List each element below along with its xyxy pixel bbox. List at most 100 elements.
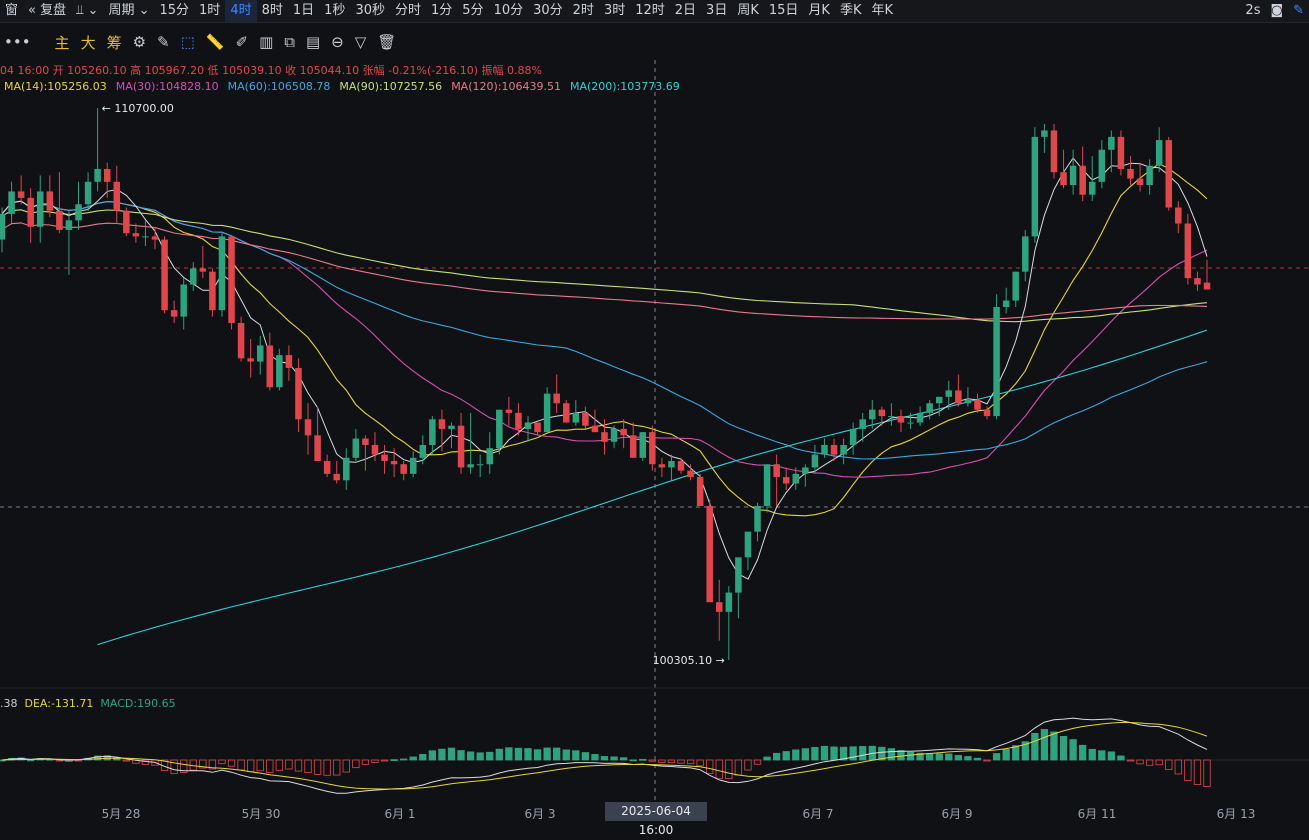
x-tick-label: 6月 11 [1077,807,1117,821]
candle-body [916,412,924,423]
candle-body [103,168,111,182]
macd-bar [591,754,599,761]
candle-body [285,355,293,368]
macd-bar [1098,750,1106,761]
candle-body [448,425,455,429]
candle-body [371,444,379,455]
macd-bar [447,747,456,761]
candle-body [639,432,647,458]
candle-body [830,444,838,455]
x-tick-label: 6月 9 [941,807,973,821]
candle-body [687,470,694,478]
macd-bar [505,747,513,761]
macd-bar [352,759,360,769]
candle-body [46,191,54,211]
candle-body [151,236,159,240]
candle-body [161,239,168,311]
macd-bar [763,756,771,761]
candle-body [974,400,981,410]
candle-body [333,473,340,481]
macd-bar [1088,748,1096,761]
macd-bar [1012,745,1020,761]
crosshair-time-label: 2025-06-04 16:00 [605,802,707,837]
candle-body [658,464,666,468]
macd-bar [859,746,867,761]
macd-bar [342,759,350,773]
candle-body [897,416,905,423]
macd-bar [897,750,905,761]
candle-body [706,505,713,603]
candle-body [276,355,283,388]
macd-bar [610,756,618,761]
candle-body [496,409,503,449]
macd-bar [256,759,264,772]
macd-bar [1050,731,1058,761]
macd-bar [1203,759,1211,787]
candle-body [524,422,532,429]
macd-bar [313,759,322,775]
x-tick-label: 6月 1 [384,807,416,821]
macd-bar [1155,759,1163,766]
candle-body [849,428,857,445]
candle-body [1108,136,1115,150]
candle-body [1050,130,1058,173]
candle-body [677,461,685,471]
macd-bar [926,753,934,761]
candle-body [266,345,274,388]
candle-body [601,432,608,442]
x-tick-label: 6月 13 [1216,807,1256,821]
candle-body [773,464,780,478]
candle-body [352,438,360,458]
macd-bar [419,754,427,761]
macd-bar [218,759,226,765]
candle-body [859,419,866,429]
candle-body [620,428,627,436]
candle-body [37,191,44,227]
macd-bar [1031,732,1039,761]
candle-body [735,557,742,593]
macd-bar [562,749,570,761]
candle-body [84,181,92,205]
candle-body [763,464,771,506]
macd-bar [1117,755,1125,761]
candle-body [725,592,733,612]
macd-bar [629,759,637,762]
candle-body [123,210,130,234]
macd-bar [801,748,809,761]
candle-body [132,233,140,237]
candle-body [744,531,752,558]
candlestick-chart[interactable]: ← 110700.00 100305.10 → [0,0,1309,833]
macd-bar [639,758,647,761]
candle-body [8,191,15,214]
ma-line-14 [1,163,1208,517]
candle-body [56,210,63,230]
macd-bar [266,759,274,773]
macd-bar [304,759,312,774]
macd-bar [543,747,551,761]
macd-bar [246,759,255,773]
macd-bar [1165,759,1173,771]
macd-bar [600,756,609,761]
macd-bar [945,753,953,761]
candle-body [419,444,427,458]
candle-body [390,461,398,465]
candle-body [1002,300,1010,307]
candle-body [1146,165,1153,186]
candle-body [993,306,1000,417]
candle-body [438,419,446,429]
macd-bar [390,759,398,762]
macd-bar [658,759,666,763]
macd-bar [476,752,484,761]
macd-bar [294,759,303,772]
candle-body [878,409,886,417]
candle-body [964,400,972,404]
macd-bar [333,759,341,776]
candle-body [553,393,560,404]
candle-body [562,403,570,423]
macd-bar [533,749,542,761]
macd-bar [782,751,790,761]
macd-bar [323,759,331,776]
macd-bar [696,759,704,767]
candle-body [1117,136,1125,169]
candle-body [314,435,321,462]
